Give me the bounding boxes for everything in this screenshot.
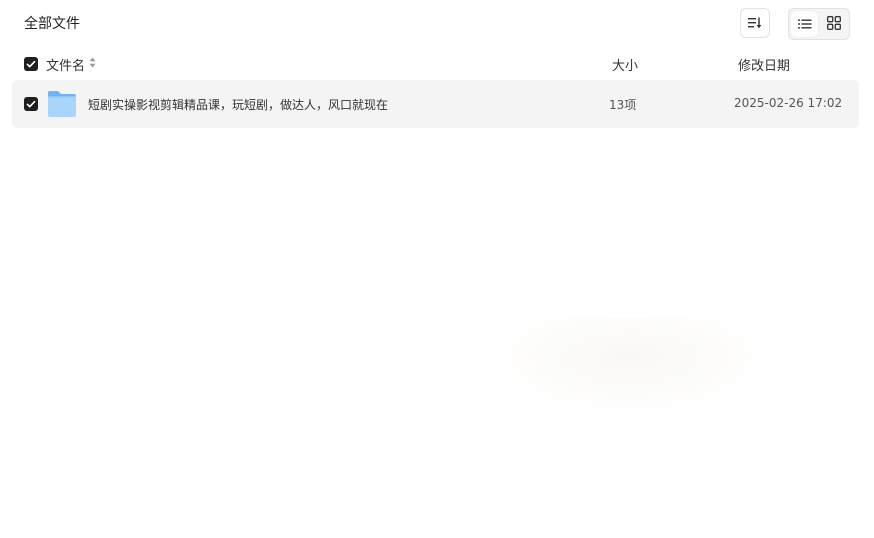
checkmark-icon: [26, 57, 36, 72]
background-glow: [480, 318, 780, 418]
list-view-button[interactable]: [791, 11, 818, 37]
select-all-checkbox[interactable]: [24, 57, 38, 71]
file-size: 13项: [609, 98, 637, 112]
grid-view-icon: [826, 15, 841, 34]
file-name: 短剧实操影视剪辑精品课，玩短剧，做达人，风口就现在: [88, 98, 389, 112]
column-header-size: 大小: [612, 59, 639, 74]
folder-icon: [47, 90, 77, 118]
column-header-name[interactable]: 文件名: [46, 55, 96, 74]
row-checkbox[interactable]: [24, 97, 38, 111]
table-header: 文件名 大小 修改日期: [0, 52, 874, 76]
column-name-label: 文件名: [46, 59, 86, 74]
sort-arrows-icon: [89, 57, 96, 72]
sort-button[interactable]: [740, 8, 770, 38]
breadcrumb[interactable]: 全部文件: [24, 14, 80, 34]
column-header-date: 修改日期: [738, 59, 791, 74]
checkmark-icon: [26, 97, 36, 111]
sort-lines-icon: [748, 14, 762, 33]
view-toggle: [788, 8, 850, 40]
table-row[interactable]: 短剧实操影视剪辑精品课，玩短剧，做达人，风口就现在 13项 2025-02-26…: [12, 80, 859, 128]
list-view-icon: [797, 15, 812, 34]
file-browser-page: 全部文件 文件名 大小 修改日期 短剧实操影视剪辑精品课，玩短剧，做达人，风口就…: [0, 0, 874, 538]
file-modified-date: 2025-02-26 17:02: [734, 96, 843, 110]
grid-view-button[interactable]: [820, 11, 847, 37]
